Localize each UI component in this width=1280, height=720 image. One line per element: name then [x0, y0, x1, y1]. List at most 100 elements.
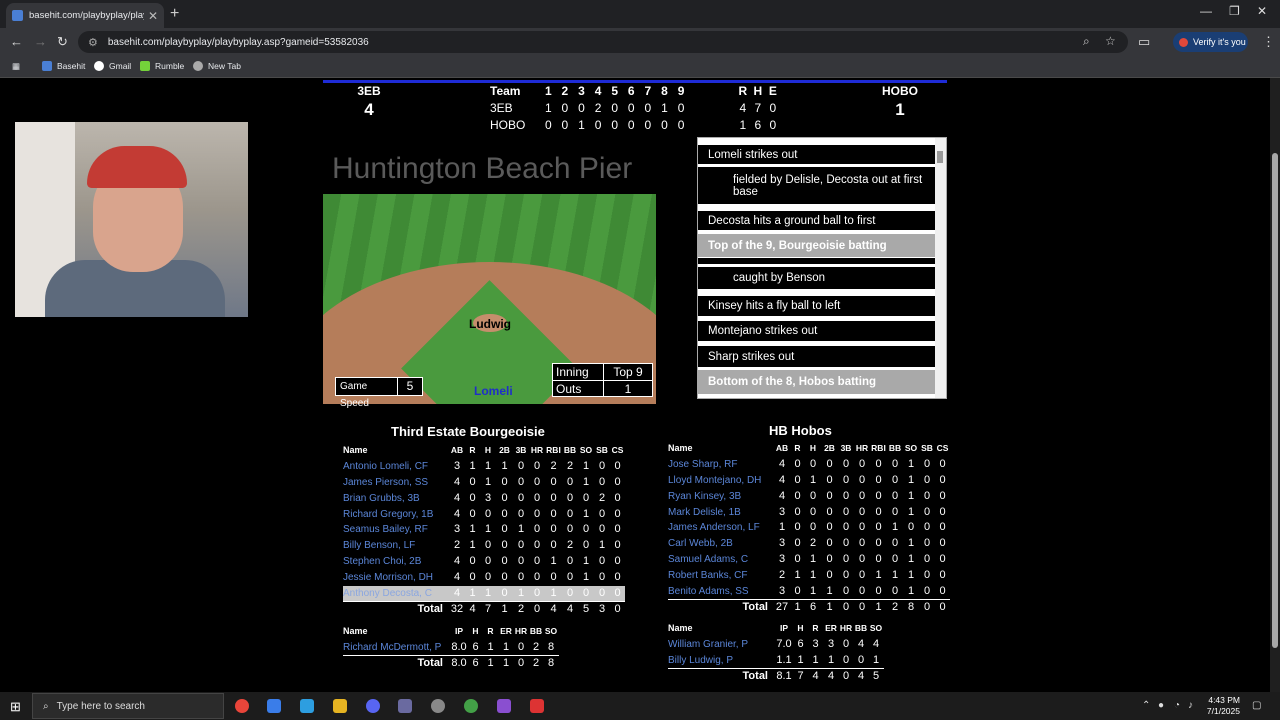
- batter-row[interactable]: Samuel Adams, C30100000100: [668, 552, 950, 568]
- close-window-icon[interactable]: ✕: [1257, 4, 1267, 18]
- player-link[interactable]: Richard McDermott, P: [343, 640, 449, 656]
- notifications-icon[interactable]: ▢: [1252, 700, 1261, 711]
- app-icon[interactable]: [431, 699, 445, 713]
- network-icon[interactable]: ◔: [1174, 700, 1180, 711]
- stat-cell: 0: [809, 521, 817, 534]
- tray-chevron-icon[interactable]: ⌃: [1142, 700, 1150, 711]
- bookmark-rumble[interactable]: Rumble: [140, 61, 184, 71]
- cast-icon[interactable]: ▭: [1138, 34, 1150, 50]
- page-scrollbar[interactable]: [1270, 78, 1280, 692]
- player-link[interactable]: Richard Gregory, 1B: [343, 507, 449, 523]
- copilot-icon[interactable]: [267, 699, 281, 713]
- total-cell: 0: [923, 600, 931, 613]
- bookmark-basehit[interactable]: Basehit: [42, 61, 85, 71]
- file-explorer-icon[interactable]: [333, 699, 347, 713]
- verify-button[interactable]: Verify it's you: [1173, 32, 1248, 52]
- bookmark-star-icon[interactable]: ☆: [1105, 34, 1116, 48]
- pitcher-row[interactable]: William Granier, P 7.0 6 3 3 0 4 4: [668, 637, 884, 653]
- stat-cell: 0: [923, 553, 931, 566]
- play-by-play-log[interactable]: Lomeli strikes out fielded by Delisle, D…: [697, 137, 947, 399]
- menu-icon[interactable]: ⋮: [1262, 34, 1275, 50]
- player-link[interactable]: James Pierson, SS: [343, 475, 449, 491]
- game-speed-value[interactable]: 5: [398, 378, 422, 395]
- minimize-icon[interactable]: —: [1200, 4, 1212, 18]
- app-icon[interactable]: [497, 699, 511, 713]
- batter-row[interactable]: Seamus Bailey, RF 3 1 1 0 1 0 0 0 0 0 0: [343, 522, 625, 538]
- batter-row[interactable]: Billy Benson, LF 2 1 0 0 0 0 0 2 0 1 0: [343, 538, 625, 554]
- game-speed-control[interactable]: Game Speed 5: [335, 377, 423, 409]
- new-tab-icon[interactable]: +: [170, 5, 179, 23]
- site-info-icon[interactable]: ⚙: [88, 36, 98, 49]
- forward-icon[interactable]: →: [34, 34, 47, 49]
- log-scrollbar[interactable]: [935, 138, 946, 398]
- player-link[interactable]: Ryan Kinsey, 3B: [668, 489, 774, 505]
- store-icon[interactable]: [300, 699, 314, 713]
- batter-row[interactable]: Mark Delisle, 1B 3 0 0 0 0 0 0 0 1 0 0: [668, 505, 950, 521]
- batter-row[interactable]: Antonio Lomeli, CF 3 1 1 1 0 0 2 2 1 0 0: [343, 459, 625, 475]
- player-link[interactable]: Jose Sharp, RF: [668, 457, 774, 473]
- bookmark-gmail[interactable]: Gmail: [94, 61, 131, 71]
- player-link[interactable]: Samuel Adams, C: [668, 552, 774, 568]
- player-link[interactable]: Carl Webb, 2B: [668, 536, 774, 552]
- stat-cell: 0: [939, 569, 946, 582]
- batter-row[interactable]: James Anderson, LF 1 0 0 0 0 0 0 1 0 0 0: [668, 520, 950, 536]
- apps-icon[interactable]: ▦: [12, 61, 20, 72]
- zoom-icon[interactable]: ⌕: [1083, 34, 1090, 49]
- pitcher-row[interactable]: Richard McDermott, P 8.0 6 1 1 0 2 8: [343, 640, 559, 656]
- player-link[interactable]: Billy Benson, LF: [343, 538, 449, 554]
- app-icon[interactable]: [530, 699, 544, 713]
- restore-icon[interactable]: ❐: [1229, 4, 1240, 18]
- stat-cell: 0: [939, 473, 946, 486]
- stat-cell: 2: [550, 459, 557, 472]
- app-icon[interactable]: [398, 699, 412, 713]
- player-link[interactable]: William Granier, P: [668, 637, 774, 653]
- batter-row[interactable]: Jessie Morrison, DH 4 0 0 0 0 0 0 0 1 0 0: [343, 570, 625, 586]
- player-link[interactable]: Robert Banks, CF: [668, 568, 774, 584]
- back-icon[interactable]: ←: [10, 34, 23, 49]
- inning-score: 0: [677, 118, 685, 132]
- player-link[interactable]: Brian Grubbs, 3B: [343, 491, 449, 507]
- stat-cell: 0: [891, 505, 899, 518]
- bookmark-new-tab[interactable]: New Tab: [193, 61, 241, 71]
- taskbar-search[interactable]: ⌕ Type here to search: [32, 693, 224, 719]
- batter-row[interactable]: James Pierson, SS 4 0 1 0 0 0 0 0 1 0 0: [343, 475, 625, 491]
- scrollbar-thumb[interactable]: [1272, 153, 1278, 648]
- stat-cell: 0: [875, 489, 882, 502]
- windows-start-icon[interactable]: ⊞: [10, 699, 21, 715]
- batter-row[interactable]: Anthony Decosta, C41101010000: [343, 586, 625, 602]
- taskbar-clock[interactable]: 4:43 PM 7/1/2025: [1200, 695, 1240, 717]
- browser-tab[interactable]: basehit.com/playbyplay/playby ✕: [6, 3, 164, 28]
- app-icon[interactable]: [464, 699, 478, 713]
- batter-row[interactable]: Ryan Kinsey, 3B 4 0 0 0 0 0 0 0 1 0 0: [668, 489, 950, 505]
- player-link[interactable]: Lloyd Montejano, DH: [668, 473, 774, 489]
- batter-row[interactable]: Jose Sharp, RF 4 0 0 0 0 0 0 0 1 0 0: [668, 457, 950, 473]
- batter-row[interactable]: Lloyd Montejano, DH 4 0 1 0 0 0 0 0 1 0 0: [668, 473, 950, 489]
- reload-icon[interactable]: ↻: [57, 34, 68, 50]
- player-link[interactable]: James Anderson, LF: [668, 520, 774, 536]
- player-link[interactable]: Mark Delisle, 1B: [668, 505, 774, 521]
- player-link[interactable]: Billy Ludwig, P: [668, 653, 774, 669]
- close-tab-icon[interactable]: ✕: [148, 9, 158, 23]
- stat-cell: 0: [842, 653, 850, 666]
- batter-row[interactable]: Stephen Choi, 2B 4 0 0 0 0 0 1 0 1 0 0: [343, 554, 625, 570]
- batter-row[interactable]: Robert Banks, CF 2 1 1 0 0 0 1 1 1 0 0: [668, 568, 950, 584]
- stat-cell: 0: [842, 637, 850, 650]
- microphone-icon[interactable]: ●: [1158, 700, 1164, 711]
- total-cell: 4: [469, 602, 476, 615]
- player-link[interactable]: Anthony Decosta, C: [343, 586, 449, 602]
- player-link[interactable]: Jessie Morrison, DH: [343, 570, 449, 586]
- pitcher-row[interactable]: Billy Ludwig, P 1.1 1 1 1 0 0 1: [668, 653, 884, 669]
- batter-row[interactable]: Brian Grubbs, 3B 4 0 3 0 0 0 0 0 0 2 0: [343, 491, 625, 507]
- chrome-icon[interactable]: [235, 699, 249, 713]
- batter-row[interactable]: Benito Adams, SS 3 0 1 1 0 0 0 0 1 0 0: [668, 584, 950, 600]
- discord-icon[interactable]: [366, 699, 380, 713]
- player-link[interactable]: Benito Adams, SS: [668, 584, 774, 600]
- batter-row[interactable]: Carl Webb, 2B 3 0 2 0 0 0 0 0 1 0 0: [668, 536, 950, 552]
- stat-cell: 0: [469, 555, 476, 568]
- volume-icon[interactable]: ♪: [1188, 700, 1193, 711]
- player-link[interactable]: Antonio Lomeli, CF: [343, 459, 449, 475]
- player-link[interactable]: Seamus Bailey, RF: [343, 522, 449, 538]
- batter-row[interactable]: Richard Gregory, 1B 4 0 0 0 0 0 0 0 1 0 0: [343, 507, 625, 523]
- address-bar[interactable]: ⚙ basehit.com/playbyplay/playbyplay.asp?…: [78, 31, 1128, 53]
- player-link[interactable]: Stephen Choi, 2B: [343, 554, 449, 570]
